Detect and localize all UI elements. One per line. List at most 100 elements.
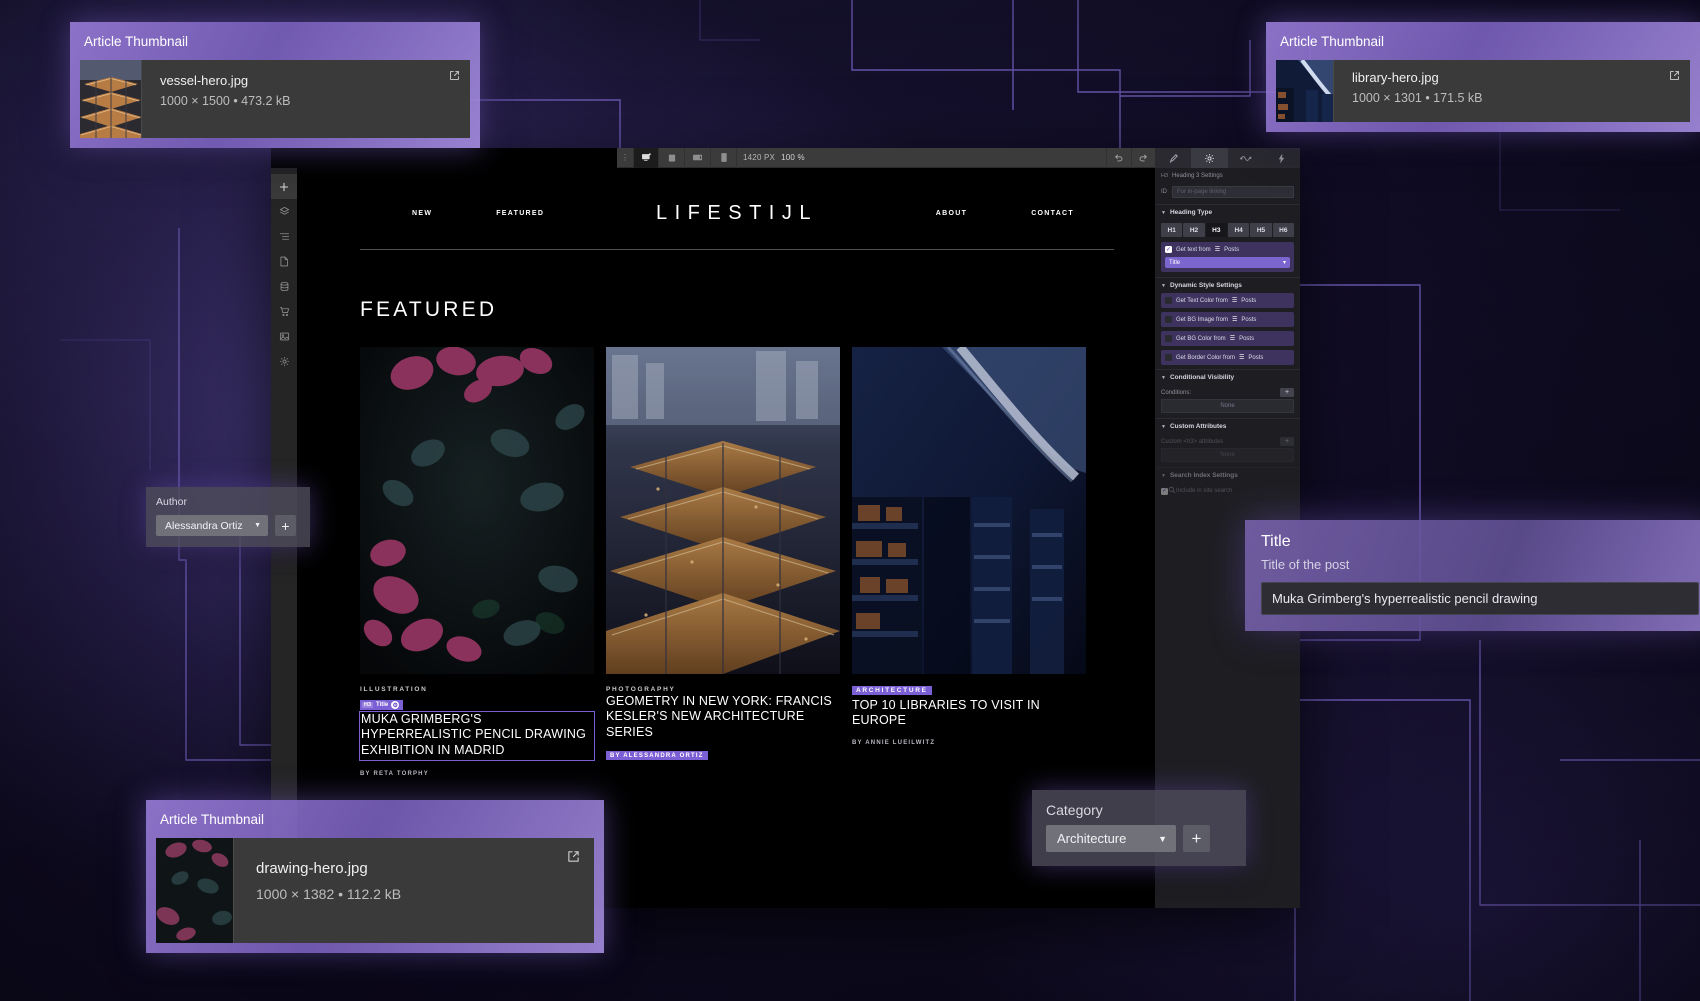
zoom-level-label[interactable]: 100 % — [781, 153, 813, 162]
heading-level-h1[interactable]: H1 — [1161, 223, 1182, 237]
tooltip-subtitle: Title of the post — [1261, 557, 1699, 572]
device-tablet-button[interactable] — [659, 148, 685, 168]
id-input[interactable]: For in-page linking — [1172, 186, 1294, 198]
tab-style[interactable] — [1155, 148, 1191, 168]
redo-icon[interactable] — [1131, 148, 1156, 168]
sidebar-item-site-settings[interactable] — [271, 349, 297, 374]
id-label: ID — [1161, 189, 1167, 195]
add-category-button[interactable]: + — [1183, 825, 1210, 852]
get-bg-color-row[interactable]: Get BG Color from ☰ Posts — [1161, 331, 1294, 346]
article-thumbnail-card-vessel[interactable]: Article Thumbnail — [70, 22, 480, 148]
file-meta: 1000 × 1301 • 171.5 kB — [1352, 91, 1690, 105]
heading-level-h3[interactable]: H3 — [1206, 223, 1227, 237]
heading-level-h4[interactable]: H4 — [1228, 223, 1249, 237]
article-image-photography[interactable] — [606, 347, 840, 674]
sidebar-item-layers[interactable] — [271, 199, 297, 224]
nav-link-new[interactable]: NEW — [412, 210, 432, 217]
section-label: Dynamic Style Settings — [1170, 282, 1242, 289]
sidebar-item-cms-collections[interactable] — [271, 274, 297, 299]
article-thumbnail-card-library[interactable]: Article Thumbnail library-hero.jpg 1000 … — [1266, 22, 1700, 132]
collection-icon: ☰ — [1239, 354, 1244, 361]
get-border-color-row[interactable]: Get Border Color from ☰ Posts — [1161, 350, 1294, 365]
section-search-index[interactable]: ▼ Search Index Settings — [1155, 467, 1300, 483]
selected-element-badge[interactable]: H3 Title ⚙ — [360, 700, 403, 710]
nav-link-contact[interactable]: CONTACT — [1031, 210, 1074, 217]
section-conditional-visibility[interactable]: ▼ Conditional Visibility — [1155, 369, 1300, 385]
article-card[interactable]: ILLUSTRATION H3 Title ⚙ MUKA GRIMBERG'S … — [360, 347, 594, 777]
section-label: Conditional Visibility — [1170, 374, 1234, 381]
author-value: Alessandra Ortiz — [165, 520, 243, 532]
category-field-card[interactable]: Category Architecture ▼ + — [1032, 790, 1246, 866]
checkbox-unchecked-icon[interactable] — [1165, 316, 1172, 323]
article-card[interactable]: ARCHITECTURE TOP 10 LIBRARIES TO VISIT I… — [852, 347, 1086, 777]
device-mobile-landscape-button[interactable] — [685, 148, 711, 168]
get-text-from-row[interactable]: ✓ Get text from ☰ Posts — [1165, 246, 1290, 253]
search-index-row[interactable]: ✓ Include in site search — [1155, 483, 1300, 498]
article-title[interactable]: GEOMETRY IN NEW YORK: FRANCIS KESLER'S N… — [606, 694, 840, 740]
article-title[interactable]: MUKA GRIMBERG'S HYPERREALISTIC PENCIL DR… — [360, 712, 594, 760]
section-heading-type[interactable]: ▼ Heading Type — [1155, 204, 1300, 220]
gear-icon[interactable]: ⚙ — [391, 701, 399, 709]
add-condition-button[interactable]: + — [1280, 388, 1294, 397]
undo-icon[interactable] — [1106, 148, 1131, 168]
checkbox-unchecked-icon[interactable] — [1165, 297, 1172, 304]
add-attribute-button[interactable]: + — [1280, 437, 1294, 446]
drag-dots-icon[interactable]: ⋮ — [617, 156, 633, 160]
badge-tag: H3 — [362, 702, 373, 708]
id-field-row: ID For in-page linking — [1155, 184, 1300, 204]
badge-label: Title — [376, 702, 388, 708]
section-dynamic-style[interactable]: ▼ Dynamic Style Settings — [1155, 277, 1300, 293]
author-select[interactable]: Alessandra Ortiz ▼ — [156, 515, 268, 536]
article-image-architecture[interactable] — [852, 347, 1086, 674]
nav-link-about[interactable]: ABOUT — [936, 210, 967, 217]
article-category: ILLUSTRATION — [360, 686, 594, 693]
external-link-icon[interactable] — [449, 68, 460, 86]
custom-attributes-row: Custom <h3> attributes + — [1155, 434, 1300, 448]
sidebar-item-ecommerce[interactable] — [271, 299, 297, 324]
card-body: drawing-hero.jpg 1000 × 1382 • 112.2 kB — [156, 838, 594, 943]
site-logo: LIFESTIJL — [656, 202, 818, 225]
article-title[interactable]: TOP 10 LIBRARIES TO VISIT IN EUROPE — [852, 698, 1086, 729]
dynamic-field-select[interactable]: Title ▾ — [1165, 257, 1290, 268]
tab-effects[interactable] — [1264, 148, 1300, 168]
sidebar-item-navigator[interactable] — [271, 224, 297, 249]
category-select[interactable]: Architecture ▼ — [1046, 825, 1176, 852]
heading-level-h6[interactable]: H6 — [1273, 223, 1294, 237]
sidebar-item-assets[interactable] — [271, 324, 297, 349]
get-text-color-row[interactable]: Get Text Color from ☰ Posts — [1161, 293, 1294, 308]
chevron-down-icon: ▼ — [1161, 210, 1166, 216]
article-image-illustration[interactable] — [360, 347, 594, 674]
get-bg-image-row[interactable]: Get BG Image from ☰ Posts — [1161, 312, 1294, 327]
tab-settings[interactable] — [1191, 148, 1227, 168]
author-label: Author — [156, 496, 300, 508]
screenshot-root: ⋮ 1420 PX 100 % — [0, 0, 1700, 1001]
section-custom-attributes[interactable]: ▼ Custom Attributes — [1155, 418, 1300, 434]
checkbox-checked-icon[interactable]: ✓ — [1165, 246, 1172, 253]
sidebar-item-pages[interactable] — [271, 249, 297, 274]
checkbox-unchecked-icon[interactable] — [1165, 354, 1172, 361]
tooltip-value-input[interactable]: Muka Grimberg's hyperrealistic pencil dr… — [1261, 582, 1699, 615]
article-thumbnail-card-drawing[interactable]: Article Thumbnail — [146, 800, 604, 953]
panel-header: H3 Heading 3 Settings — [1155, 168, 1300, 184]
external-link-icon[interactable] — [567, 850, 580, 868]
device-mobile-button[interactable] — [711, 148, 737, 168]
article-card[interactable]: PHOTOGRAPHY GEOMETRY IN NEW YORK: FRANCI… — [606, 347, 840, 777]
title-field-tooltip[interactable]: Title Title of the post Muka Grimberg's … — [1245, 520, 1700, 631]
panel-element-tag: H3 — [1161, 173, 1168, 179]
custom-attributes-label: Custom <h3> attributes — [1161, 439, 1223, 445]
collection-icon: ☰ — [1215, 246, 1220, 253]
sidebar-item-add-element[interactable] — [271, 174, 297, 199]
tab-interactions[interactable] — [1228, 148, 1264, 168]
external-link-icon[interactable] — [1669, 68, 1680, 86]
author-field-card[interactable]: Author Alessandra Ortiz ▼ + — [146, 487, 310, 547]
device-desktop-button[interactable] — [633, 148, 659, 168]
panel-title: Heading 3 Settings — [1172, 173, 1223, 179]
heading-level-h2[interactable]: H2 — [1183, 223, 1204, 237]
nav-link-featured[interactable]: FEATURED — [496, 210, 544, 217]
file-name: drawing-hero.jpg — [256, 860, 594, 877]
add-author-button[interactable]: + — [275, 515, 296, 536]
tooltip-title: Title — [1261, 533, 1699, 551]
checkbox-checked-icon[interactable]: ✓ — [1161, 488, 1168, 495]
checkbox-unchecked-icon[interactable] — [1165, 335, 1172, 342]
heading-level-h5[interactable]: H5 — [1250, 223, 1271, 237]
